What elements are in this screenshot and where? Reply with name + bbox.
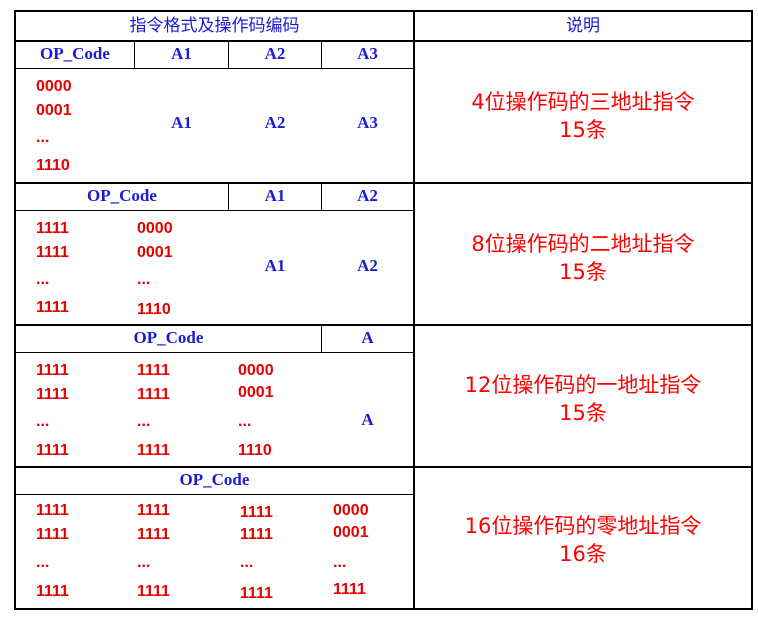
address-a: A <box>361 410 374 429</box>
opcode-value: 0001 <box>333 524 369 541</box>
opcode-ellipsis: ... <box>240 554 254 571</box>
description-line: 12位操作码的一地址指令 <box>464 373 702 397</box>
opcode-ellipsis: ... <box>36 129 50 146</box>
opcode-value: 1110 <box>238 442 272 459</box>
table-border-left <box>14 10 16 610</box>
opcode-value: 1110 <box>36 157 70 174</box>
field-underline <box>14 68 414 69</box>
opcode-ellipsis: ... <box>238 413 252 430</box>
header-divider <box>14 40 753 42</box>
opcode-value: 1111 <box>36 244 69 261</box>
address-a2: A2 <box>264 113 286 132</box>
opcode-value: 1111 <box>36 442 69 459</box>
field-a1: A1 <box>264 186 286 205</box>
field-underline <box>14 352 414 353</box>
description-count: 15条 <box>559 118 607 142</box>
opcode-value: 0000 <box>333 502 369 519</box>
opcode-value: 1111 <box>137 526 170 543</box>
opcode-value: 1111 <box>36 299 69 316</box>
opcode-value: 1110 <box>137 301 171 318</box>
row-divider-2 <box>14 324 753 326</box>
description-count: 16条 <box>559 542 607 566</box>
opcode-value: 1111 <box>240 504 273 521</box>
opcode-value: 1111 <box>240 526 273 543</box>
description-line: 16位操作码的零地址指令 <box>464 514 702 538</box>
field-opcode: OP_Code <box>40 44 110 63</box>
opcode-ellipsis: ... <box>36 554 50 571</box>
opcode-value: 1111 <box>36 502 69 519</box>
field-a2: A2 <box>264 44 286 63</box>
row-divider-3 <box>14 466 753 468</box>
opcode-value: 0001 <box>36 102 72 119</box>
address-a1: A1 <box>171 113 192 132</box>
opcode-value: 1111 <box>333 581 366 598</box>
table-border-bottom <box>14 608 753 610</box>
opcode-value: 1111 <box>137 442 170 459</box>
address-a2: A2 <box>357 256 378 275</box>
opcode-value: 1111 <box>36 220 69 237</box>
opcode-value: 1111 <box>137 386 170 403</box>
description-count: 15条 <box>559 401 607 425</box>
description-count: 15条 <box>559 260 607 284</box>
table-border-right <box>751 10 753 610</box>
opcode-value: 0000 <box>137 220 173 237</box>
field-a3: A3 <box>357 44 378 63</box>
address-a1: A1 <box>264 256 286 275</box>
field-underline <box>14 494 414 495</box>
opcode-value: 1111 <box>240 585 273 602</box>
field-a1: A1 <box>171 44 192 63</box>
opcode-ellipsis: ... <box>333 554 347 571</box>
field-underline <box>14 210 414 211</box>
row-divider-1 <box>14 182 753 184</box>
format-header: 指令格式及操作码编码 <box>129 16 300 36</box>
field-a: A <box>361 328 374 347</box>
opcode-ellipsis: ... <box>36 413 50 430</box>
description-header: 说明 <box>566 16 600 36</box>
opcode-ellipsis: ... <box>137 413 151 430</box>
opcode-value: 0000 <box>36 78 72 95</box>
description-line: 4位操作码的三地址指令 <box>471 90 695 114</box>
opcode-ellipsis: ... <box>137 271 151 288</box>
opcode-ellipsis: ... <box>36 271 50 288</box>
opcode-value: 1111 <box>36 362 69 379</box>
opcode-value: 0001 <box>137 244 173 261</box>
field-opcode: OP_Code <box>133 328 204 347</box>
opcode-value: 0001 <box>238 384 274 401</box>
description-line: 8位操作码的二地址指令 <box>471 232 695 256</box>
address-a3: A3 <box>357 113 378 132</box>
opcode-value: 0000 <box>238 362 274 379</box>
field-opcode: OP_Code <box>87 186 157 205</box>
opcode-value: 1111 <box>137 362 170 379</box>
field-opcode: OP_Code <box>179 470 250 489</box>
opcode-ellipsis: ... <box>137 554 151 571</box>
opcode-value: 1111 <box>36 526 69 543</box>
field-a2: A2 <box>357 186 378 205</box>
opcode-value: 1111 <box>36 583 69 600</box>
opcode-value: 1111 <box>137 583 170 600</box>
opcode-value: 1111 <box>36 386 69 403</box>
opcode-value: 1111 <box>137 502 170 519</box>
